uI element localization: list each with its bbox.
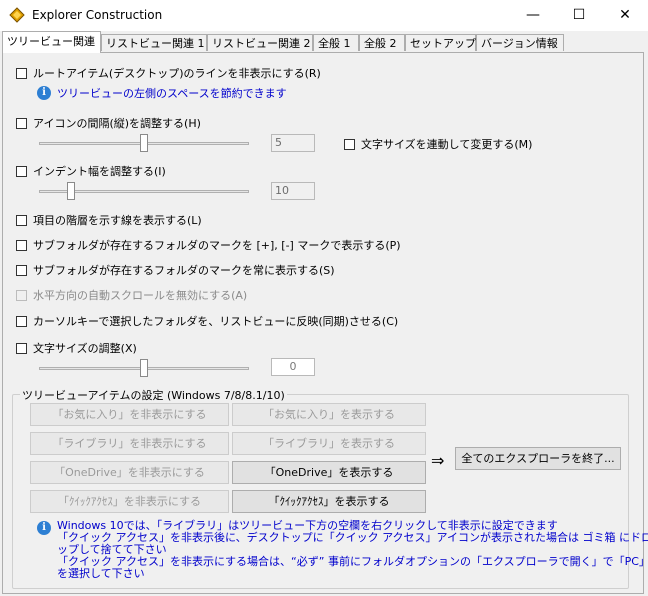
slider-thumb[interactable]: [140, 134, 148, 152]
folder-marks-pm-label: サブフォルダが存在するフォルダのマークを [+], [-] マークで表示する(P…: [33, 239, 401, 252]
tab-listview-1[interactable]: リストビュー関連 1: [101, 34, 207, 51]
tab-strip: ツリービュー関連 リストビュー関連 1 リストビュー関連 2 全般 1 全般 2…: [0, 31, 648, 53]
indent-label: インデント幅を調整する(I): [33, 165, 166, 178]
exit-all-explorers-button[interactable]: 全てのエクスプローラを終了...: [455, 447, 621, 470]
folder-marks-always-label: サブフォルダが存在するフォルダのマークを常に表示する(S): [33, 264, 335, 277]
font-size-slider[interactable]: [39, 358, 249, 378]
indent-checkbox[interactable]: [16, 165, 27, 177]
hide-favorites-button: 「お気に入り」を非表示にする: [30, 403, 229, 426]
maximize-button[interactable]: ☐: [556, 0, 602, 31]
tab-version[interactable]: バージョン情報: [476, 34, 564, 51]
slider-thumb[interactable]: [140, 359, 148, 377]
font-link-label: 文字サイズを連動して変更する(M): [361, 138, 533, 151]
hscroll-disable-checkbox: [16, 289, 27, 301]
folder-marks-always-option[interactable]: サブフォルダが存在するフォルダのマークを常に表示する(S): [16, 262, 335, 278]
tab-general-2[interactable]: 全般 2: [359, 34, 405, 51]
icon-spacing-value: 5: [271, 134, 315, 152]
font-link-checkbox[interactable]: [344, 138, 355, 150]
hide-root-note-text: ツリービューの左側のスペースを節約できます: [57, 87, 287, 100]
slider-thumb[interactable]: [66, 182, 75, 200]
info-icon: i: [37, 521, 51, 535]
show-onedrive-button[interactable]: 「OneDrive」を表示する: [232, 461, 426, 484]
hscroll-disable-label: 水平方向の自動スクロールを無効にする(A): [33, 289, 248, 302]
show-favorites-button: 「お気に入り」を表示する: [232, 403, 426, 426]
close-button[interactable]: ✕: [602, 0, 648, 31]
hscroll-disable-option: 水平方向の自動スクロールを無効にする(A): [16, 287, 247, 303]
tab-treeview[interactable]: ツリービュー関連: [2, 31, 101, 53]
font-size-checkbox[interactable]: [16, 342, 27, 354]
title-bar: Explorer Construction — ☐ ✕: [0, 0, 648, 31]
font-link-option[interactable]: 文字サイズを連動して変更する(M): [344, 136, 532, 152]
note-line: を選択して下さい: [57, 567, 145, 580]
note-line: 「クイック アクセス」を非表示にする場合は、“必ず” 事前にフォルダオプションの…: [57, 555, 648, 568]
hide-root-line-option[interactable]: ルートアイテム(デスクトップ)のラインを非表示にする(R): [16, 65, 321, 81]
cursor-sync-label: カーソルキーで選択したフォルダを、リストビューに反映(同期)させる(C): [33, 315, 399, 328]
icon-spacing-label: アイコンの間隔(縦)を調整する(H): [33, 117, 201, 130]
font-size-option[interactable]: 文字サイズの調整(X): [16, 340, 137, 356]
show-quick-access-button[interactable]: 「ｸｲｯｸｱｸｾｽ」を表示する: [232, 490, 426, 513]
tab-setup[interactable]: セットアップ: [405, 34, 476, 51]
tab-listview-2[interactable]: リストビュー関連 2: [207, 34, 313, 51]
folder-marks-pm-option[interactable]: サブフォルダが存在するフォルダのマークを [+], [-] マークで表示する(P…: [16, 237, 401, 253]
group-note: Windows 10では、「ライブラリ」はツリービュー下方の空欄を右クリックして…: [57, 520, 648, 580]
cursor-sync-checkbox[interactable]: [16, 315, 27, 327]
hide-root-note: i ツリービューの左側のスペースを節約できます: [37, 85, 287, 101]
indent-option[interactable]: インデント幅を調整する(I): [16, 163, 166, 179]
indent-slider[interactable]: [39, 181, 249, 201]
hide-root-line-checkbox[interactable]: [16, 67, 27, 79]
indent-value: 10: [271, 182, 315, 200]
tab-general-1[interactable]: 全般 1: [313, 34, 359, 51]
font-size-value: 0: [271, 358, 315, 376]
icon-spacing-checkbox[interactable]: [16, 117, 27, 129]
window-title: Explorer Construction: [32, 8, 163, 22]
app-icon: [9, 7, 25, 23]
hierarchy-lines-checkbox[interactable]: [16, 214, 27, 226]
minimize-button[interactable]: —: [510, 0, 556, 31]
hide-quick-access-button: 「ｸｲｯｸｱｸｾｽ」を非表示にする: [30, 490, 229, 513]
hide-onedrive-button: 「OneDrive」を非表示にする: [30, 461, 229, 484]
hierarchy-lines-label: 項目の階層を示す線を表示する(L): [33, 214, 202, 227]
font-size-label: 文字サイズの調整(X): [33, 342, 137, 355]
hide-root-line-label: ルートアイテム(デスクトップ)のラインを非表示にする(R): [33, 67, 321, 80]
arrow-icon: ⇒: [431, 451, 445, 470]
cursor-sync-option[interactable]: カーソルキーで選択したフォルダを、リストビューに反映(同期)させる(C): [16, 313, 398, 329]
folder-marks-always-checkbox[interactable]: [16, 264, 27, 276]
hide-libraries-button: 「ライブラリ」を非表示にする: [30, 432, 229, 455]
icon-spacing-option[interactable]: アイコンの間隔(縦)を調整する(H): [16, 115, 201, 131]
folder-marks-pm-checkbox[interactable]: [16, 239, 27, 251]
icon-spacing-slider[interactable]: [39, 133, 249, 153]
hierarchy-lines-option[interactable]: 項目の階層を示す線を表示する(L): [16, 212, 202, 228]
info-icon: i: [37, 86, 51, 100]
group-title: ツリービューアイテムの設定 (Windows 7/8/8.1/10): [20, 387, 287, 403]
show-libraries-button: 「ライブラリ」を表示する: [232, 432, 426, 455]
